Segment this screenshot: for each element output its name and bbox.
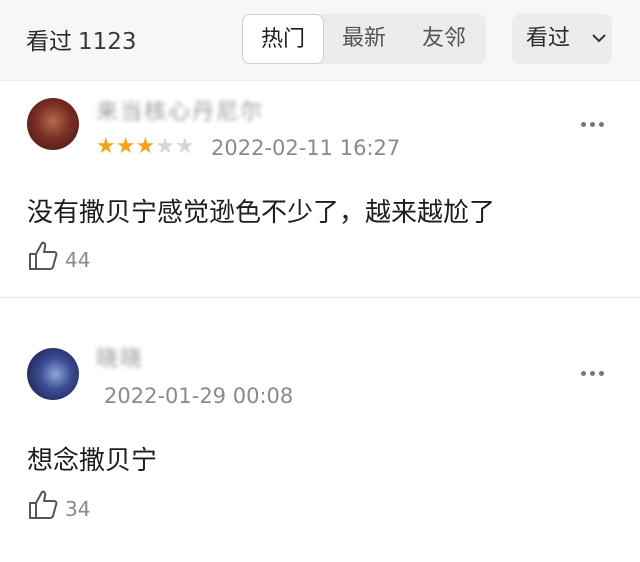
tab-hot[interactable]: 热门 — [242, 14, 324, 64]
more-icon[interactable] — [579, 120, 607, 130]
view-count-number: 1123 — [78, 29, 137, 55]
tab-latest[interactable]: 最新 — [328, 14, 400, 64]
tab-friends[interactable]: 友邻 — [406, 14, 482, 64]
chevron-down-icon — [592, 34, 606, 43]
avatar[interactable] — [27, 348, 79, 400]
username[interactable]: 晓晓 — [96, 341, 144, 372]
star-icon: ★ — [155, 134, 175, 159]
comment-text: 想念撒贝宁 — [27, 446, 158, 476]
comment-datetime: 2022-01-29 00:08 — [104, 384, 294, 408]
comment-text: 没有撒贝宁感觉逊色不少了，越来越尬了 — [27, 198, 496, 228]
like-count: 44 — [65, 248, 91, 272]
star-icon: ★ — [174, 134, 195, 159]
rating-stars: ★★★★★ — [96, 136, 195, 158]
avatar[interactable] — [27, 98, 79, 150]
star-icon: ★ — [135, 134, 156, 159]
comment-divider — [0, 297, 640, 298]
username[interactable]: 来当核心丹尼尔 — [96, 94, 264, 125]
more-icon[interactable] — [579, 369, 607, 379]
thumbs-up-icon — [29, 241, 58, 270]
view-count: 看过 1123 — [26, 22, 137, 56]
comment-datetime: 2022-02-11 16:27 — [211, 136, 401, 160]
like-count: 34 — [65, 497, 91, 521]
star-icon: ★ — [115, 134, 136, 159]
watched-filter-label: 看过 — [526, 26, 571, 51]
watched-filter-dropdown[interactable]: 看过 — [512, 14, 612, 64]
view-count-label: 看过 — [26, 29, 72, 55]
header-bar: 看过 1123 热门 最新 友邻 看过 — [0, 0, 640, 81]
star-icon: ★ — [96, 134, 116, 159]
sort-tabs: 热门 最新 友邻 — [242, 14, 486, 64]
thumbs-up-icon — [29, 490, 58, 519]
